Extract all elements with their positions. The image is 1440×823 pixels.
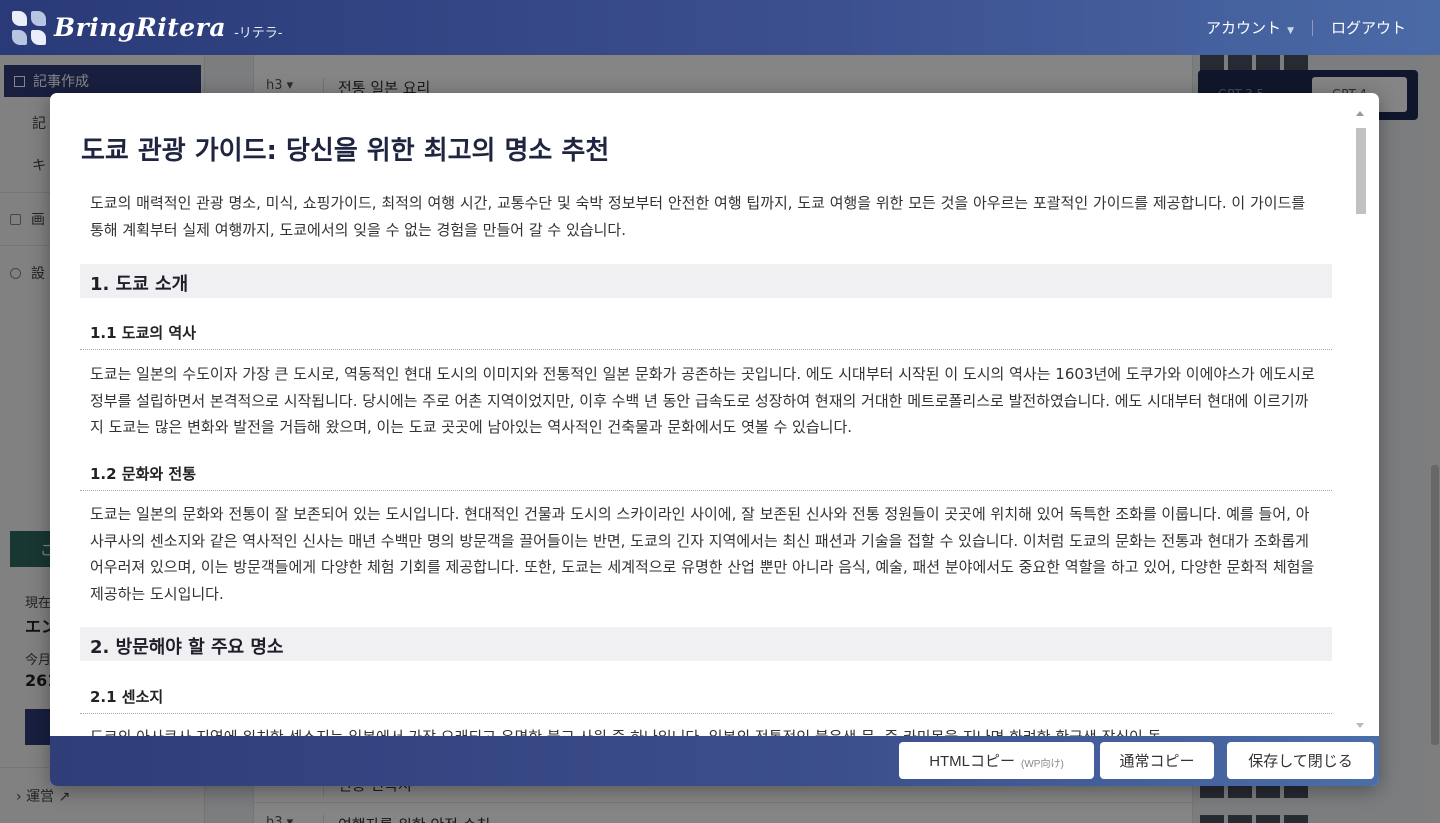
logo-mark-icon (12, 10, 46, 45)
account-label: アカウント (1206, 19, 1282, 37)
header-divider (1311, 19, 1313, 36)
chevron-down-icon: ▼ (1287, 26, 1294, 36)
scroll-down-arrow-icon[interactable] (1356, 723, 1364, 728)
logout-link[interactable]: ログアウト (1331, 17, 1406, 38)
html-copy-note: (WP向け) (1021, 758, 1064, 770)
brand-logo[interactable]: BringRitera -リテラ- (12, 10, 283, 45)
scroll-up-arrow-icon[interactable] (1356, 111, 1364, 116)
modal-content-scroll[interactable]: 도쿄 관광 가이드: 당신을 위한 최고의 명소 추천 도쿄의 매력적인 관광 … (50, 93, 1379, 736)
brand-name: BringRitera (54, 13, 227, 42)
modal-footer: HTMLコピー (WP向け) 通常コピー 保存して閉じる (50, 736, 1379, 786)
save-and-close-button[interactable]: 保存して閉じる (1227, 742, 1374, 779)
html-copy-label: HTMLコピー (929, 753, 1016, 770)
account-menu[interactable]: アカウント ▼ (1206, 17, 1294, 38)
html-copy-button[interactable]: HTMLコピー (WP向け) (899, 742, 1094, 779)
section-heading: 2. 방문해야 할 주요 명소 (80, 627, 1332, 661)
article-title: 도쿄 관광 가이드: 당신을 위한 최고의 명소 추천 (81, 136, 610, 166)
plain-copy-button[interactable]: 通常コピー (1100, 742, 1214, 779)
subsection-heading: 1.2 문화와 전통 (80, 463, 1332, 491)
article-intro: 도쿄의 매력적인 관광 명소, 미식, 쇼핑가이드, 최적의 여행 시간, 교통… (90, 194, 1306, 239)
modal-scrollbar[interactable] (1355, 123, 1367, 706)
subsection-heading: 2.1 센소지 (80, 686, 1332, 714)
subsection-text: 도쿄는 일본의 수도이자 가장 큰 도시로, 역동적인 현대 도시의 이미지와 … (90, 365, 1315, 436)
article-preview-modal: 도쿄 관광 가이드: 당신을 위한 최고의 명소 추천 도쿄의 매력적인 관광 … (50, 93, 1379, 786)
subsection-text: 도쿄의 아사쿠사 지역에 위치한 센소지는 일본에서 가장 오래되고 유명한 불… (90, 724, 1315, 736)
brand-subtitle: -リテラ- (234, 26, 283, 41)
app-header: BringRitera -リテラ- アカウント ▼ ログアウト (0, 0, 1440, 55)
section-heading: 1. 도쿄 소개 (80, 264, 1332, 298)
subsection-text: 도쿄는 일본의 문화와 전통이 잘 보존되어 있는 도시입니다. 현대적인 건물… (90, 505, 1315, 603)
subsection-heading: 1.1 도쿄의 역사 (80, 322, 1332, 350)
modal-scrollbar-thumb[interactable] (1356, 128, 1366, 214)
